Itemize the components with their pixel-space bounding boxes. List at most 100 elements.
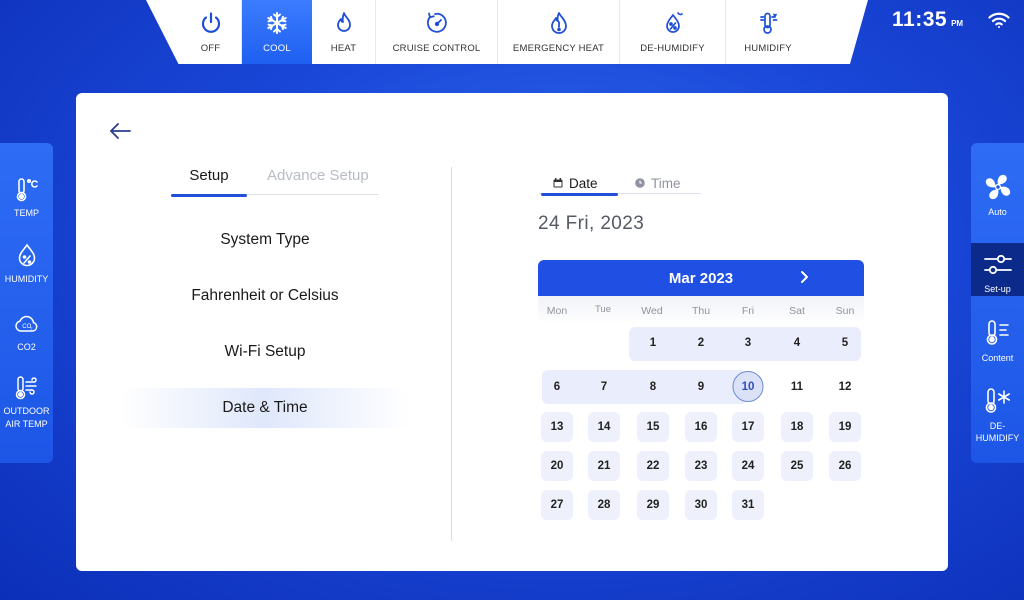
mode-dehumidify-button[interactable]: DE-HUMIDIFY bbox=[620, 0, 726, 64]
sidebar-item-content[interactable]: Content bbox=[971, 319, 1024, 364]
mode-off-button[interactable]: OFF bbox=[180, 0, 242, 64]
mode-humidify-button[interactable]: HUMIDIFY bbox=[726, 0, 810, 64]
menu-item-fahrenheit-celsius[interactable]: Fahrenheit or Celsius bbox=[121, 276, 409, 316]
calendar-day[interactable]: 15 bbox=[637, 412, 669, 442]
clock-icon bbox=[635, 178, 645, 188]
calendar-day[interactable]: 17 bbox=[732, 412, 764, 442]
mode-cool-label: COOL bbox=[263, 42, 291, 54]
calendar-day[interactable]: 28 bbox=[588, 490, 620, 520]
calendar-weekday-row: Mon Tue Wed Thu Fri Sat Sun bbox=[538, 296, 864, 324]
calendar-header: Mar 2023 bbox=[538, 260, 864, 296]
thermometer-celsius-icon bbox=[16, 178, 38, 202]
sliders-icon bbox=[983, 254, 1012, 275]
calendar-day[interactable]: 20 bbox=[541, 451, 573, 481]
calendar-day[interactable]: 7 bbox=[588, 372, 620, 402]
tab-setup[interactable]: Setup bbox=[171, 167, 247, 197]
mode-off-label: OFF bbox=[200, 42, 221, 54]
sidebar-label-setup: Set-up bbox=[984, 284, 1011, 294]
calendar-day[interactable]: 12 bbox=[829, 372, 861, 402]
back-arrow-icon[interactable] bbox=[108, 121, 132, 141]
calendar-day[interactable]: 27 bbox=[541, 490, 573, 520]
weekday-label: Tue bbox=[594, 304, 612, 315]
thermometer-snow-icon bbox=[985, 388, 1010, 413]
calendar-day[interactable]: 21 bbox=[588, 451, 620, 481]
mode-emergency-heat-label: EMERGENCY HEAT bbox=[512, 42, 605, 54]
calendar-day[interactable]: 5 bbox=[829, 328, 861, 358]
sidebar-item-dehumidify[interactable]: DE- HUMIDIFY bbox=[971, 387, 1024, 444]
emergency-flame-icon bbox=[550, 11, 567, 34]
sidebar-label-temp: TEMP bbox=[13, 208, 39, 218]
tab-time[interactable]: Time bbox=[635, 172, 681, 194]
calendar-day[interactable]: 11 bbox=[781, 372, 813, 402]
tab-advance-setup[interactable]: Advance Setup bbox=[267, 167, 379, 195]
mode-humidify-label: HUMIDIFY bbox=[744, 42, 792, 54]
status-clock: 11:35 PM bbox=[892, 8, 963, 32]
left-sidebar: TEMP HUMIDITY CO 2 CO2 OUTDOOR AIR TEMP bbox=[0, 143, 53, 463]
sidebar-item-co2[interactable]: CO 2 CO2 bbox=[0, 311, 53, 354]
gauge-icon bbox=[426, 12, 447, 33]
next-month-chevron-icon[interactable] bbox=[796, 269, 812, 285]
calendar-day[interactable]: 25 bbox=[781, 451, 813, 481]
settings-panel: Setup Advance Setup System Type Fahrenhe… bbox=[76, 93, 948, 571]
sidebar-label-outdoor-air-temp: OUTDOOR AIR TEMP bbox=[3, 406, 50, 429]
calendar-day[interactable]: 16 bbox=[685, 412, 717, 442]
sidebar-label-dehumidify: DE- HUMIDIFY bbox=[975, 421, 1020, 443]
flame-icon bbox=[336, 11, 351, 32]
co2-cloud-icon: CO 2 bbox=[14, 315, 37, 332]
weekday-label: Sat bbox=[789, 305, 805, 317]
sidebar-item-auto[interactable]: Auto bbox=[971, 173, 1024, 229]
calendar-day[interactable]: 24 bbox=[732, 451, 764, 481]
mode-heat-button[interactable]: HEAT bbox=[312, 0, 376, 64]
calendar-day[interactable]: 4 bbox=[781, 328, 813, 358]
calendar-day[interactable]: 1 bbox=[637, 328, 669, 358]
wifi-icon bbox=[988, 12, 1010, 28]
datetime-tabs: Date Time bbox=[539, 172, 701, 196]
svg-text:2: 2 bbox=[30, 327, 32, 331]
mode-dehumidify-label: DE-HUMIDIFY bbox=[640, 42, 705, 54]
sidebar-label-content: Content bbox=[981, 353, 1014, 363]
calendar-day[interactable]: 13 bbox=[541, 412, 573, 442]
mode-emergency-heat-button[interactable]: EMERGENCY HEAT bbox=[498, 0, 620, 64]
snowflake-icon bbox=[267, 11, 287, 34]
calendar-day[interactable]: 18 bbox=[781, 412, 813, 442]
menu-item-system-type[interactable]: System Type bbox=[121, 220, 409, 260]
calendar-day[interactable]: 22 bbox=[637, 451, 669, 481]
calendar-day[interactable]: 14 bbox=[588, 412, 620, 442]
calendar-day[interactable]: 30 bbox=[685, 490, 717, 520]
mode-cruise-control-button[interactable]: CRUISE CONTROL bbox=[376, 0, 498, 64]
sidebar-item-temp[interactable]: TEMP bbox=[0, 177, 53, 220]
mode-cool-button[interactable]: COOL bbox=[242, 0, 312, 64]
calendar-day[interactable]: 2 bbox=[685, 328, 717, 358]
sidebar-label-humidity: HUMIDITY bbox=[4, 274, 49, 284]
mode-cruise-control-label: CRUISE CONTROL bbox=[392, 42, 481, 54]
weekday-label: Mon bbox=[546, 305, 568, 317]
calendar-day[interactable]: 23 bbox=[685, 451, 717, 481]
weekday-label: Sun bbox=[835, 305, 855, 317]
calendar-day[interactable]: 8 bbox=[637, 372, 669, 402]
calendar-day[interactable]: 3 bbox=[732, 328, 764, 358]
menu-item-wifi-setup[interactable]: Wi-Fi Setup bbox=[121, 332, 409, 372]
sidebar-item-outdoor-air-temp[interactable]: OUTDOOR AIR TEMP bbox=[0, 375, 53, 431]
calendar-day[interactable]: 31 bbox=[732, 490, 764, 520]
calendar-day-today[interactable]: 10 bbox=[732, 371, 764, 402]
sidebar-item-humidity[interactable]: HUMIDITY bbox=[0, 243, 53, 286]
clock-time: 11:35 bbox=[892, 8, 948, 31]
mode-heat-label: HEAT bbox=[330, 42, 357, 54]
selected-date-text: 24 Fri, 2023 bbox=[538, 213, 645, 234]
weekday-label: Fri bbox=[741, 305, 755, 317]
right-sidebar: Auto Set-up Content DE- HUMIDIFY bbox=[971, 143, 1024, 463]
calendar-day[interactable]: 19 bbox=[829, 412, 861, 442]
power-icon bbox=[201, 11, 220, 33]
calendar-day[interactable]: 9 bbox=[685, 372, 717, 402]
tab-date-label: Date bbox=[569, 175, 598, 191]
calendar-day[interactable]: 26 bbox=[829, 451, 861, 481]
humidify-icon bbox=[760, 12, 778, 34]
sidebar-label-auto: Auto bbox=[988, 207, 1007, 217]
calendar-day[interactable]: 6 bbox=[541, 372, 573, 402]
sidebar-item-setup[interactable]: Set-up bbox=[971, 243, 1024, 296]
calendar-day[interactable]: 29 bbox=[637, 490, 669, 520]
menu-item-date-time[interactable]: Date & Time bbox=[121, 388, 409, 428]
setup-tabs: Setup Advance Setup bbox=[171, 167, 379, 197]
mode-bar: OFF COOL HEAT CRUISE CONTROL EMERGENCY H… bbox=[146, 0, 868, 64]
tab-date[interactable]: Date bbox=[541, 172, 618, 196]
